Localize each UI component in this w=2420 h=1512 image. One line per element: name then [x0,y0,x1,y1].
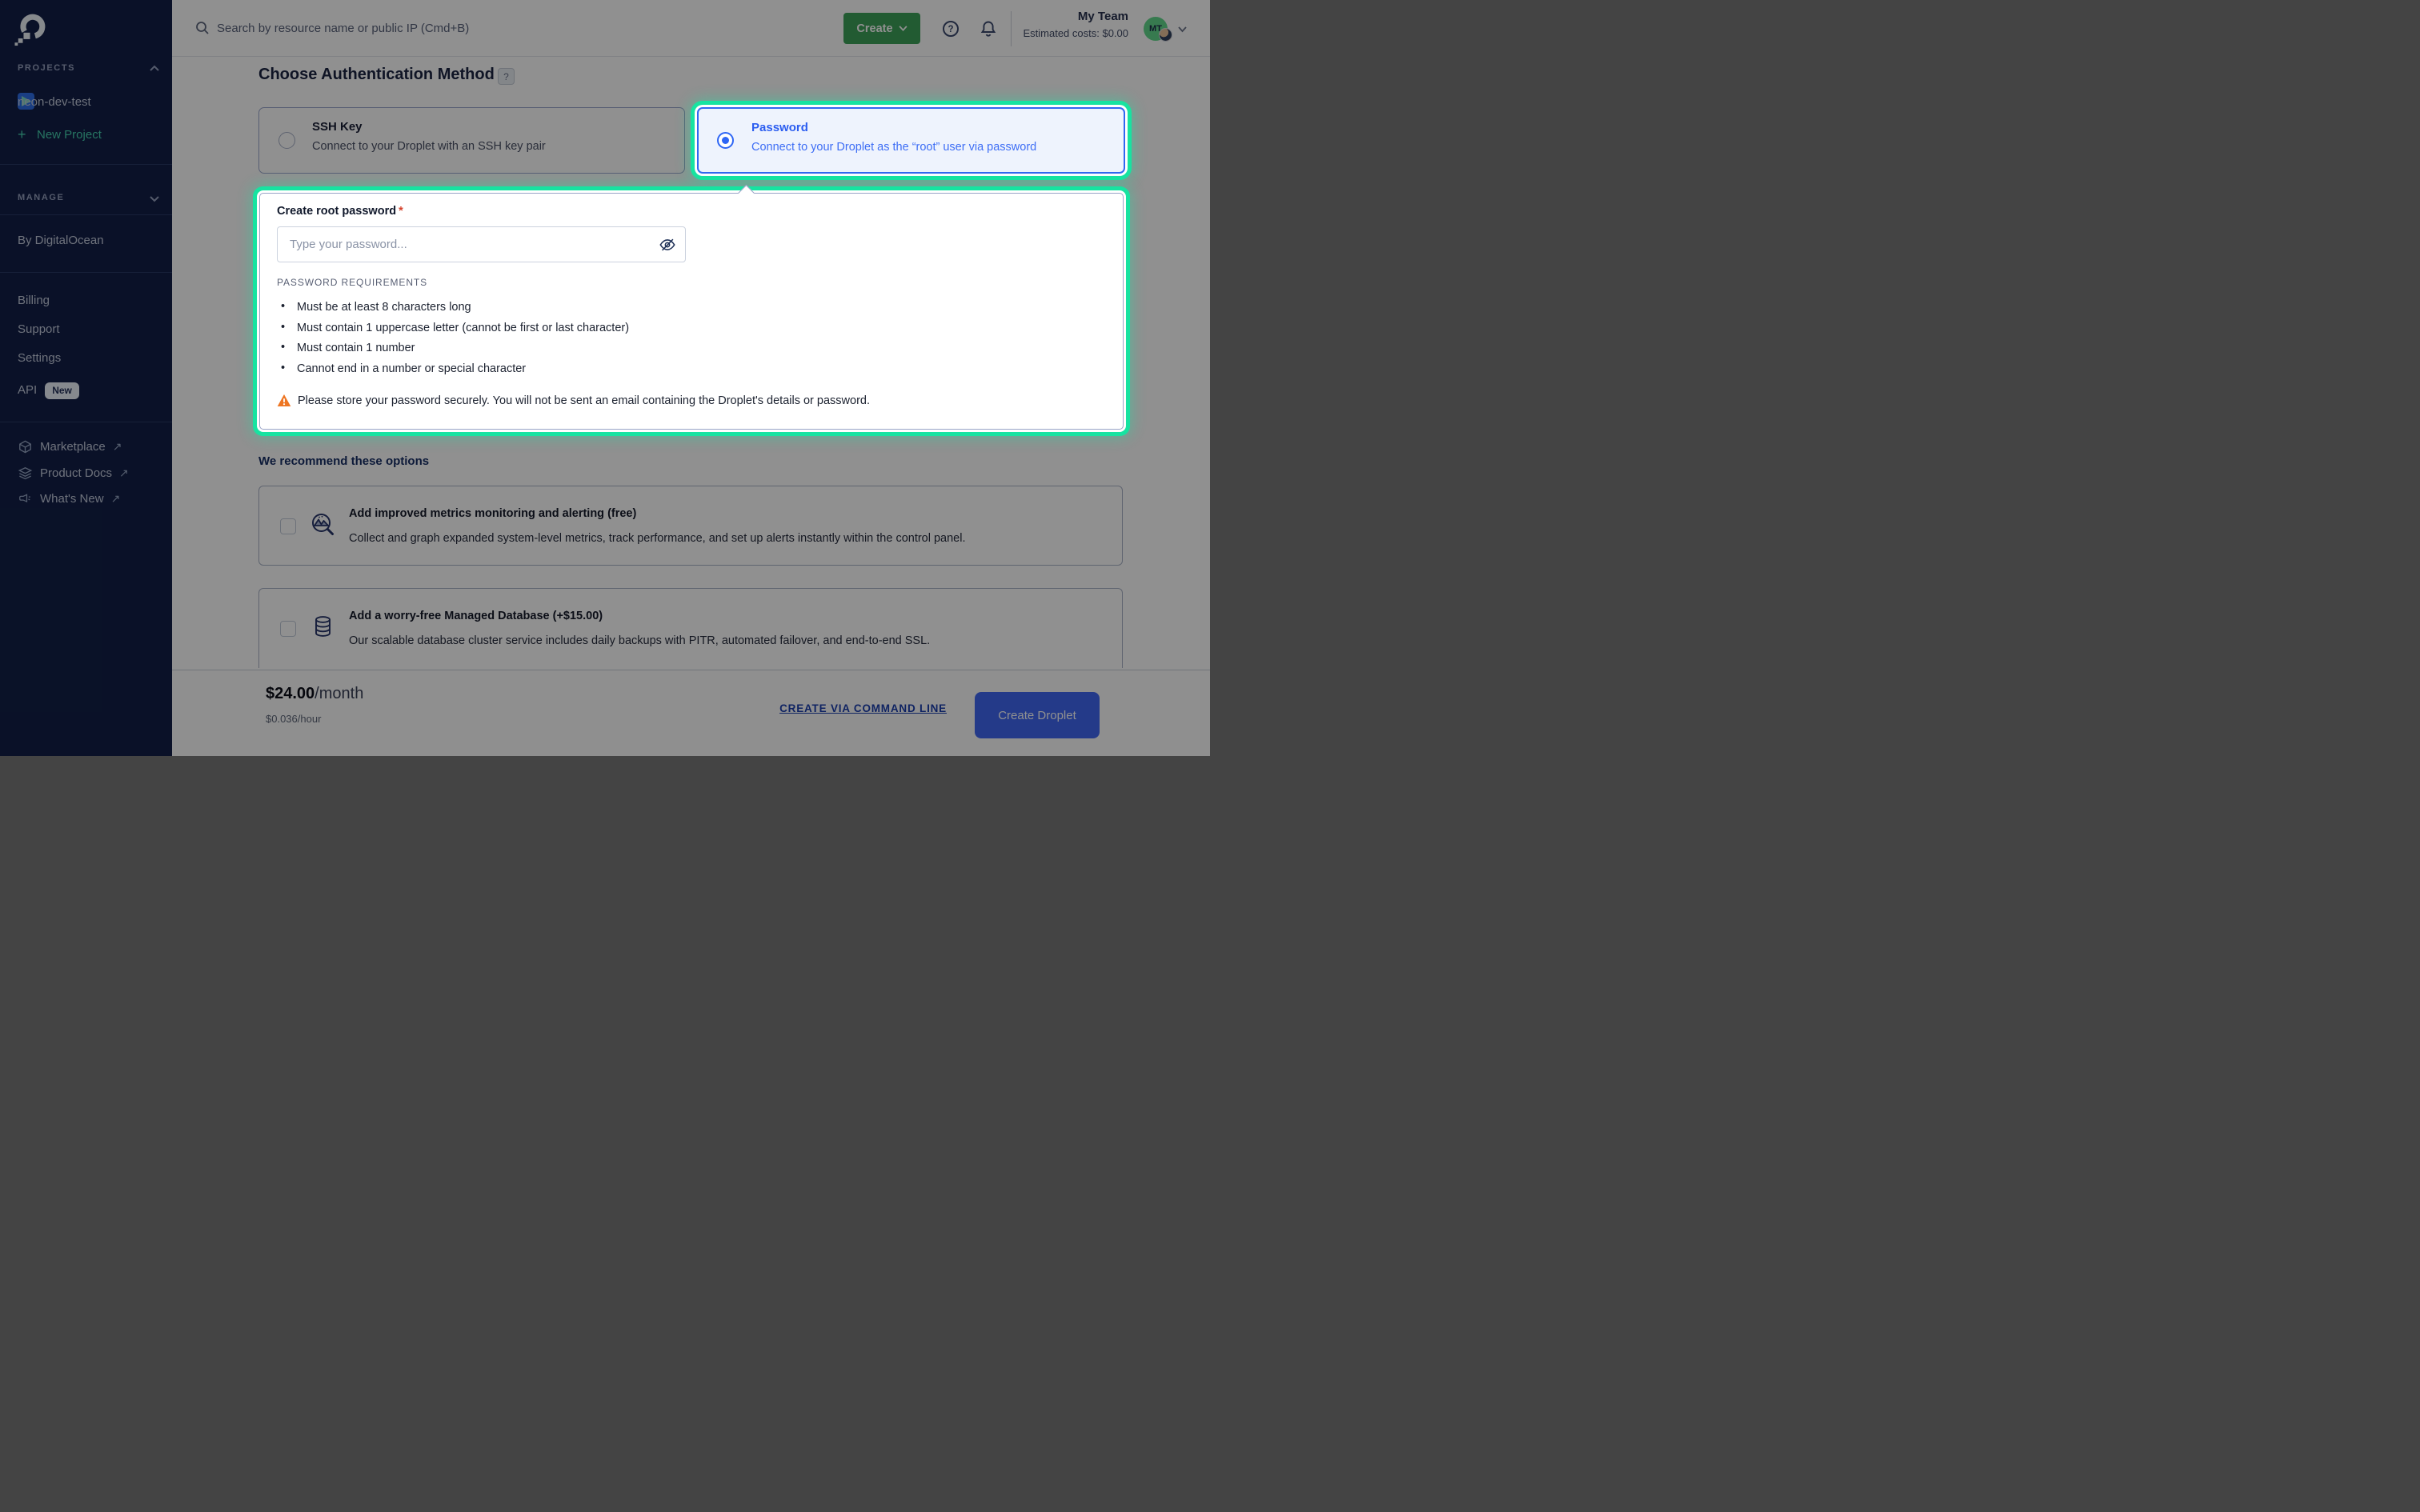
password-input[interactable] [277,226,686,262]
radio-dot [722,137,729,144]
password-requirements-list: Must be at least 8 characters long Must … [279,301,629,382]
password-field-label: Create root password* [277,205,403,218]
password-warning: Please store your password securely. You… [277,394,870,407]
password-label-text: Create root password [277,205,396,218]
requirement-item: Cannot end in a number or special charac… [279,362,629,375]
required-asterisk: * [399,205,403,218]
toggle-password-visibility-button[interactable] [659,236,676,254]
requirement-item: Must contain 1 number [279,342,629,354]
password-input-wrap [277,226,686,262]
warning-text: Please store your password securely. You… [298,394,870,407]
password-form-panel: Create root password* PASSWORD REQUIREME… [259,193,1124,430]
password-description: Connect to your Droplet as the “root” us… [751,141,1036,154]
requirement-item: Must be at least 8 characters long [279,301,629,314]
auth-option-password[interactable]: Password Connect to your Droplet as the … [697,107,1125,174]
password-requirements-title: PASSWORD REQUIREMENTS [277,277,427,288]
password-title: Password [751,121,808,134]
eye-off-icon [659,236,676,254]
requirement-item: Must contain 1 uppercase letter (cannot … [279,322,629,334]
warning-icon [277,394,291,407]
password-radio[interactable] [717,132,734,149]
digitalocean-create-droplet-page: PROJECTS neon-dev-test + New Project MAN… [0,0,1210,756]
